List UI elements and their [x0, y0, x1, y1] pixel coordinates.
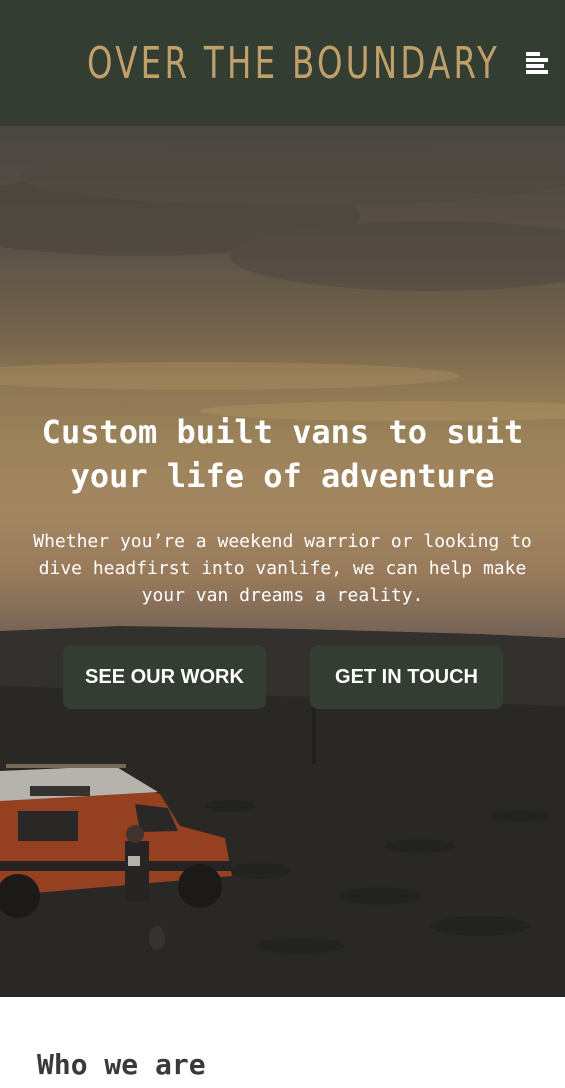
site-header: OVER THE BOUNDARY [0, 0, 565, 126]
hero-title: Custom built vans to suit your life of a… [41, 413, 524, 495]
hero-section: Custom built vans to suit your life of a… [0, 126, 565, 997]
hamburger-menu-icon[interactable] [522, 48, 552, 78]
hero-subtitle: Whether you’re a weekend warrior or look… [33, 531, 532, 606]
get-in-touch-button[interactable]: GET IN TOUCH [310, 645, 503, 709]
site-logo-text[interactable]: OVER THE BOUNDARY [87, 36, 500, 92]
see-our-work-button[interactable]: SEE OUR WORK [63, 645, 266, 709]
who-we-are-heading: Who we are [37, 1048, 206, 1081]
